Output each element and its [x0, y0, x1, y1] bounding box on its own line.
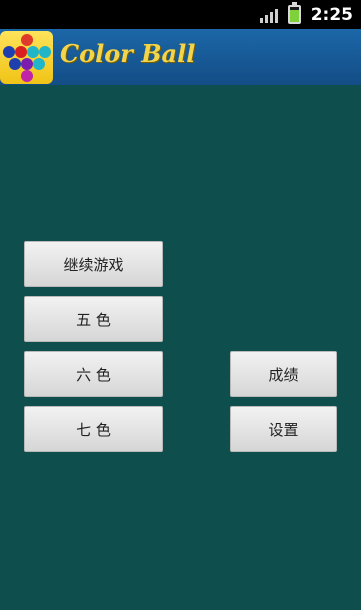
app-bar: Color Ball [0, 29, 361, 85]
six-colors-button[interactable]: 六 色 [24, 351, 163, 397]
six-colors-label: 六 色 [76, 365, 111, 384]
seven-colors-label: 七 色 [76, 420, 111, 439]
seven-colors-button[interactable]: 七 色 [24, 406, 163, 452]
scores-button[interactable]: 成绩 [230, 351, 337, 397]
continue-game-button[interactable]: 继续游戏 [24, 241, 163, 287]
settings-button[interactable]: 设置 [230, 406, 337, 452]
five-colors-label: 五 色 [76, 310, 111, 329]
clock: 2:25 [310, 4, 353, 25]
status-bar: 2:25 [0, 0, 361, 29]
scores-label: 成绩 [268, 365, 299, 384]
signal-icon [259, 7, 278, 23]
color-ball-app-icon [0, 31, 53, 84]
continue-game-label: 继续游戏 [63, 255, 124, 274]
app-title: Color Ball [60, 39, 196, 68]
five-colors-button[interactable]: 五 色 [24, 296, 163, 342]
battery-charging-icon [287, 2, 301, 24]
settings-label: 设置 [268, 420, 299, 439]
status-icons: 2:25 [259, 2, 353, 25]
